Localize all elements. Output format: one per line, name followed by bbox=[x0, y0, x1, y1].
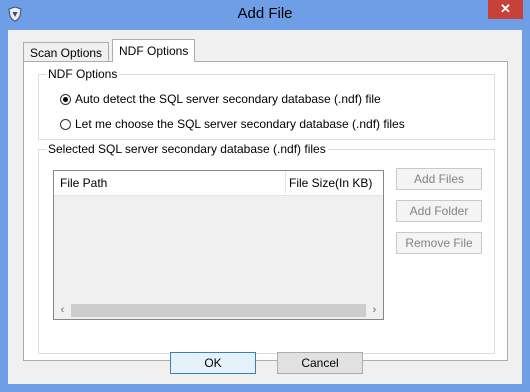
files-list-header: File Path File Size(In KB) bbox=[54, 171, 383, 196]
ndf-options-group-label: NDF Options bbox=[46, 67, 120, 81]
column-file-size[interactable]: File Size(In KB) bbox=[289, 176, 372, 190]
radio-auto-detect-label: Auto detect the SQL server secondary dat… bbox=[75, 92, 381, 106]
tab-scan-options[interactable]: Scan Options bbox=[23, 42, 110, 62]
add-files-button[interactable]: Add Files bbox=[396, 168, 482, 190]
close-icon: ✕ bbox=[500, 1, 511, 16]
tab-ndf-options[interactable]: NDF Options bbox=[112, 39, 196, 62]
remove-file-button[interactable]: Remove File bbox=[396, 232, 482, 254]
horizontal-scrollbar[interactable]: ‹ › bbox=[54, 302, 383, 319]
ndf-options-panel: NDF Options Auto detect the SQL server s… bbox=[23, 61, 508, 361]
ok-button[interactable]: OK bbox=[170, 352, 256, 374]
radio-unchecked-icon bbox=[60, 118, 71, 130]
add-file-window: Add File ✕ Scan Options NDF Options NDF … bbox=[0, 0, 530, 392]
files-list[interactable]: File Path File Size(In KB) ‹ › bbox=[53, 170, 384, 320]
radio-manual-choose-label: Let me choose the SQL server secondary d… bbox=[75, 117, 405, 131]
radio-manual-choose[interactable]: Let me choose the SQL server secondary d… bbox=[60, 117, 405, 131]
radio-auto-detect[interactable]: Auto detect the SQL server secondary dat… bbox=[60, 92, 381, 106]
scroll-thumb[interactable] bbox=[71, 304, 366, 317]
ndf-options-group: NDF Options Auto detect the SQL server s… bbox=[38, 67, 495, 140]
column-divider[interactable] bbox=[285, 171, 286, 194]
scroll-right-icon[interactable]: › bbox=[366, 302, 383, 319]
dialog-client-area: Scan Options NDF Options NDF Options Aut… bbox=[8, 30, 522, 384]
selected-files-group-label: Selected SQL server secondary database (… bbox=[46, 142, 328, 156]
selected-files-group: Selected SQL server secondary database (… bbox=[38, 142, 495, 354]
title-bar[interactable]: Add File ✕ bbox=[0, 0, 530, 30]
add-folder-button[interactable]: Add Folder bbox=[396, 200, 482, 222]
cancel-button[interactable]: Cancel bbox=[277, 352, 363, 374]
window-title: Add File bbox=[237, 5, 293, 22]
radio-checked-icon bbox=[60, 93, 71, 105]
scroll-left-icon[interactable]: ‹ bbox=[54, 302, 71, 319]
close-button[interactable]: ✕ bbox=[488, 0, 523, 19]
column-file-path[interactable]: File Path bbox=[60, 176, 107, 190]
